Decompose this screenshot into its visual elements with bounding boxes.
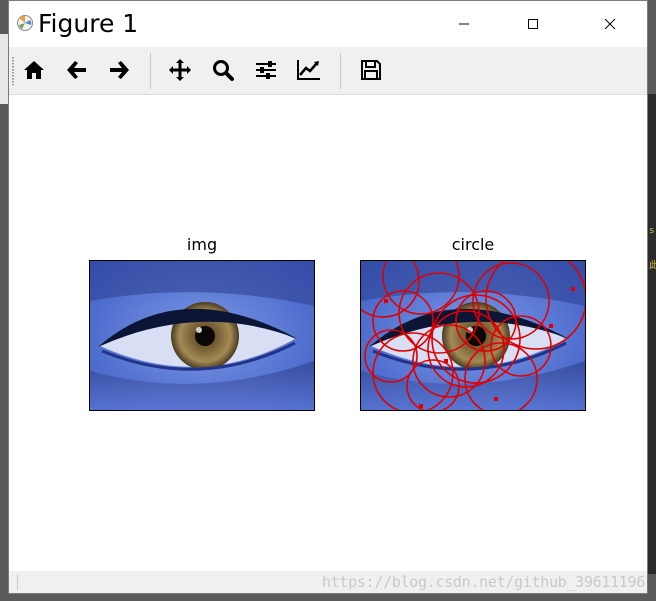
background-editor-strip (0, 34, 8, 104)
save-floppy-icon (361, 60, 381, 80)
watermark-text: https://blog.csdn.net/github_39611196 (321, 573, 645, 591)
background-editor-pane: s 此 (648, 94, 656, 574)
figure-canvas[interactable]: img circle (9, 95, 647, 571)
circle-center-marker (494, 397, 498, 401)
figure-window: Figure 1 img circle https://blog.csdn.ne… (8, 0, 648, 594)
axes-title-circle: circle (451, 235, 495, 254)
toolbar-separator (150, 53, 151, 89)
navigation-toolbar (9, 47, 647, 95)
save-button[interactable] (354, 53, 388, 87)
circle-center-marker (384, 299, 388, 303)
pan-button[interactable] (163, 53, 197, 87)
maximize-button[interactable] (510, 1, 556, 47)
pan-move-icon (169, 59, 191, 81)
circle-center-marker (444, 359, 448, 363)
toolbar-grip[interactable] (12, 57, 14, 85)
window-title: Figure 1 (38, 9, 139, 38)
circle-center-marker (571, 287, 575, 291)
home-button[interactable] (17, 53, 51, 87)
close-icon (604, 18, 616, 30)
forward-button[interactable] (102, 53, 136, 87)
edit-axis-curve-icon (297, 60, 320, 80)
configure-subplots-button[interactable] (249, 53, 283, 87)
forward-arrow-icon (110, 61, 129, 79)
configure-subplots-icon (256, 61, 276, 79)
back-arrow-icon (67, 61, 86, 79)
background-glyph: s (649, 226, 655, 236)
axes-img[interactable] (89, 260, 315, 411)
circle-center-marker (549, 324, 553, 328)
axes-title-img: img (186, 235, 218, 254)
minimize-icon (459, 23, 469, 25)
zoom-magnifier-icon (213, 60, 234, 81)
toolbar-separator (340, 53, 341, 89)
status-bar: https://blog.csdn.net/github_39611196 (9, 571, 647, 593)
back-button[interactable] (60, 53, 94, 87)
close-button[interactable] (587, 1, 633, 47)
background-glyph: 此 (649, 261, 656, 271)
minimize-button[interactable] (441, 1, 487, 47)
app-icon (16, 14, 34, 32)
title-bar[interactable]: Figure 1 (9, 1, 647, 47)
zoom-button[interactable] (206, 53, 240, 87)
edit-axis-button[interactable] (292, 53, 326, 87)
maximize-icon (528, 19, 538, 29)
status-grip (17, 574, 18, 590)
axes-circle[interactable] (360, 260, 586, 411)
circle-center-marker (419, 404, 423, 408)
eye-image-with-circles (361, 261, 585, 410)
home-icon (24, 61, 44, 79)
eye-image (90, 261, 314, 410)
